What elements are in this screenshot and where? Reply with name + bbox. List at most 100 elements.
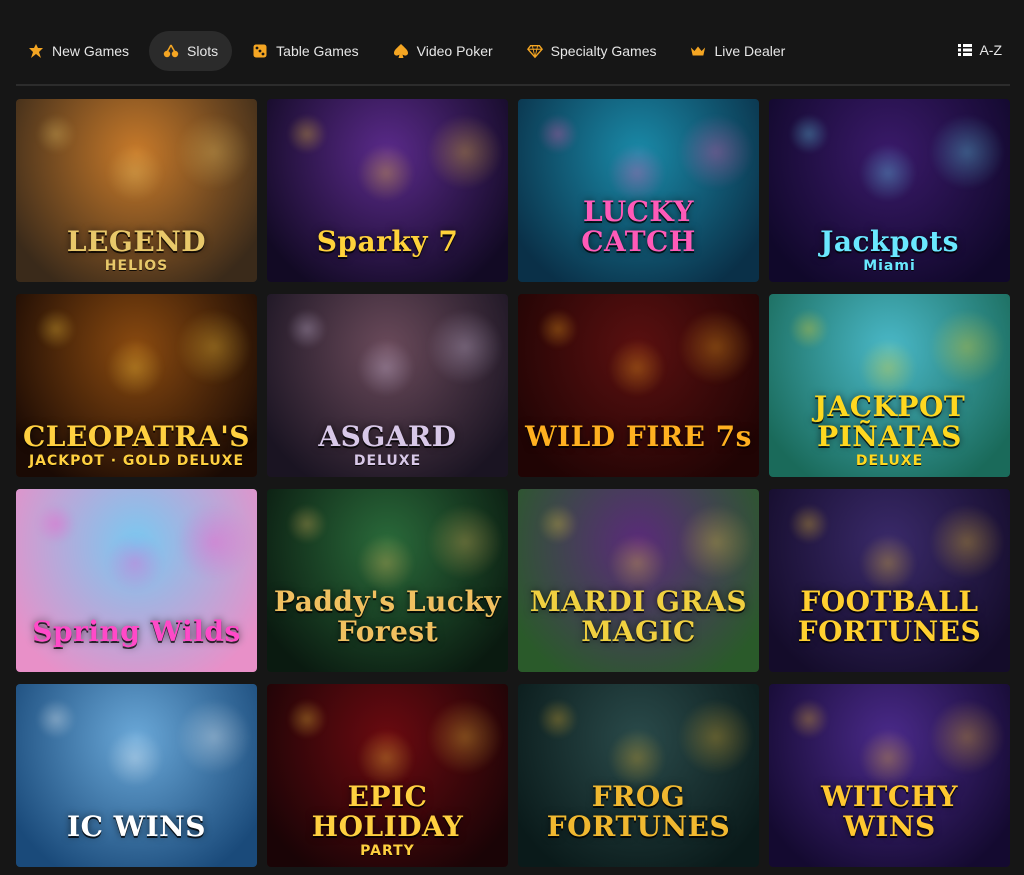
artwork-highlight [287, 114, 327, 154]
artwork-highlight [287, 309, 327, 349]
category-nav: New Games Slots Table Games Video Poker … [16, 30, 1010, 72]
artwork-highlight [789, 504, 829, 544]
spade-icon [393, 43, 409, 59]
nav-divider [16, 84, 1010, 86]
game-subtitle: DELUXE [353, 453, 422, 469]
nav-item-slots[interactable]: Slots [149, 31, 233, 71]
nav-item-label: New Games [52, 43, 130, 59]
dice-icon [252, 43, 268, 59]
game-title: WILD FIRE 7s [525, 419, 752, 453]
artwork-highlight [427, 699, 503, 775]
artwork-highlight [929, 699, 1005, 775]
game-title: FROG FORTUNES [546, 780, 731, 843]
artwork-highlight [106, 534, 164, 592]
artwork-highlight [678, 699, 754, 775]
game-tile-football-fortunes[interactable]: FOOTBALL FORTUNES [769, 489, 1010, 672]
nav-item-video-poker[interactable]: Video Poker [379, 31, 507, 71]
game-title: MARDI GRAS MAGIC [529, 585, 748, 648]
artwork-highlight [427, 114, 503, 190]
artwork-highlight [608, 144, 666, 202]
artwork-highlight [176, 114, 252, 190]
game-grid: LEGEND HELIOS Sparky 7 LUCKY CATCH Jackpo… [16, 99, 1010, 867]
a-z-label: A-Z [979, 42, 1002, 58]
list-icon [957, 42, 973, 58]
game-subtitle: Miami [863, 258, 916, 274]
game-title: WITCHY WINS [820, 780, 959, 843]
game-title: Jackpots [820, 224, 959, 258]
game-tile-wild-fire-7s[interactable]: WILD FIRE 7s [518, 294, 759, 477]
game-title: IC WINS [67, 809, 206, 843]
game-title: Spring Wilds [32, 614, 241, 648]
nav-item-specialty-games[interactable]: Specialty Games [513, 31, 671, 71]
game-tile-asgard-deluxe[interactable]: ASGARD DELUXE [267, 294, 508, 477]
artwork-highlight [789, 114, 829, 154]
game-tile-legend-of-helios[interactable]: LEGEND HELIOS [16, 99, 257, 282]
game-tile-spring-wilds[interactable]: Spring Wilds [16, 489, 257, 672]
game-title: Sparky 7 [316, 224, 459, 258]
nav-item-label: Table Games [276, 43, 359, 59]
game-tile-miami-jackpots[interactable]: Jackpots Miami [769, 99, 1010, 282]
artwork-highlight [608, 339, 666, 397]
artwork-highlight [357, 339, 415, 397]
game-tile-witchy-wins[interactable]: WITCHY WINS [769, 684, 1010, 867]
artwork-highlight [106, 144, 164, 202]
nav-item-label: Live Dealer [714, 43, 786, 59]
nav-item-label: Video Poker [416, 43, 493, 59]
game-tile-paddys-lucky-forest[interactable]: Paddy's Lucky Forest [267, 489, 508, 672]
game-tile-epic-holiday-party[interactable]: EPIC HOLIDAY PARTY [267, 684, 508, 867]
game-tile-cleopatras-gold[interactable]: CLEOPATRA'S JACKPOT · GOLD DELUXE [16, 294, 257, 477]
game-title: EPIC HOLIDAY [311, 780, 464, 843]
artwork-highlight [859, 339, 917, 397]
game-subtitle: PARTY [360, 843, 415, 859]
diamond-icon [526, 43, 543, 59]
artwork-highlight [929, 504, 1005, 580]
nav-item-label: Specialty Games [550, 43, 657, 59]
artwork-highlight [176, 504, 252, 580]
artwork-highlight [859, 144, 917, 202]
game-title: LEGEND [66, 224, 207, 258]
artwork-highlight [357, 144, 415, 202]
artwork-highlight [287, 699, 327, 739]
artwork-highlight [176, 309, 252, 385]
game-tile-lucky-catch[interactable]: LUCKY CATCH [518, 99, 759, 282]
artwork-highlight [678, 309, 754, 385]
new-games-icon [28, 43, 44, 59]
nav-item-label: Slots [187, 43, 219, 59]
game-title: CLEOPATRA'S [22, 419, 251, 453]
artwork-highlight [287, 504, 327, 544]
artwork-highlight [36, 504, 76, 544]
game-tile-ic-wins[interactable]: IC WINS [16, 684, 257, 867]
artwork-highlight [859, 534, 917, 592]
artwork-highlight [789, 699, 829, 739]
artwork-highlight [678, 114, 754, 190]
artwork-highlight [859, 729, 917, 787]
nav-item-new-games[interactable]: New Games [16, 31, 143, 71]
artwork-highlight [538, 699, 578, 739]
game-tile-jackpot-pinatas[interactable]: JACKPOT PIÑATAS DELUXE [769, 294, 1010, 477]
nav-item-live-dealer[interactable]: Live Dealer [676, 31, 799, 71]
artwork-highlight [608, 729, 666, 787]
artwork-highlight [789, 309, 829, 349]
game-title: LUCKY CATCH [581, 195, 696, 258]
game-subtitle: JACKPOT · GOLD DELUXE [28, 453, 245, 469]
artwork-highlight [538, 309, 578, 349]
nav-item-table-games[interactable]: Table Games [238, 31, 372, 71]
artwork-highlight [36, 114, 76, 154]
artwork-highlight [929, 309, 1005, 385]
game-title: Paddy's Lucky Forest [273, 585, 502, 648]
game-subtitle: HELIOS [104, 258, 169, 274]
artwork-highlight [538, 504, 578, 544]
a-z-sort-button[interactable]: A-Z [957, 30, 1002, 70]
artwork-highlight [357, 729, 415, 787]
artwork-highlight [106, 729, 164, 787]
artwork-highlight [538, 114, 578, 154]
artwork-highlight [36, 309, 76, 349]
game-tile-frog-fortunes[interactable]: FROG FORTUNES [518, 684, 759, 867]
game-title: FOOTBALL FORTUNES [797, 585, 982, 648]
artwork-highlight [106, 339, 164, 397]
game-tile-mardi-gras-magic[interactable]: MARDI GRAS MAGIC [518, 489, 759, 672]
game-title: JACKPOT PIÑATAS [813, 390, 966, 453]
artwork-highlight [427, 504, 503, 580]
artwork-highlight [678, 504, 754, 580]
game-tile-sparky-7[interactable]: Sparky 7 [267, 99, 508, 282]
